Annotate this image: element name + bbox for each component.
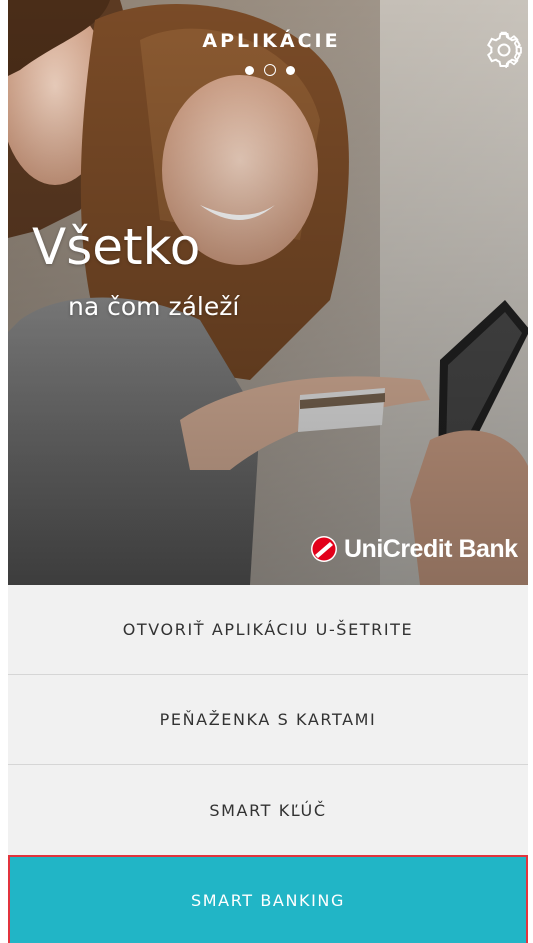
open-u-setrite-button[interactable]: OTVORIŤ APLIKÁCIU U-ŠETRITE: [8, 585, 528, 675]
card-wallet-button[interactable]: PEŇAŽENKA S KARTAMI: [8, 675, 528, 765]
app-title: APLIKÁCIE: [202, 30, 341, 52]
page-dot[interactable]: [286, 65, 295, 75]
hero-subheadline: na čom záleží: [68, 292, 240, 321]
gear-icon: [487, 31, 522, 69]
smart-banking-button[interactable]: SMART BANKING: [8, 855, 528, 943]
unicredit-logo-icon: [311, 536, 337, 562]
smart-key-button[interactable]: SMART KĽÚČ: [8, 765, 528, 855]
left-edge: [0, 0, 8, 943]
hero-banner: APLIKÁCIE Všetko na čom záleží UniCredit…: [0, 0, 533, 585]
brand-name: UniCredit Bank: [344, 534, 518, 563]
page-dot[interactable]: [245, 65, 254, 75]
hero-headline: Všetko: [32, 218, 201, 276]
brand-logo-block: UniCredit Bank: [310, 532, 518, 566]
settings-button[interactable]: [484, 30, 524, 70]
page-dot-current[interactable]: [264, 64, 276, 76]
page-indicator: [245, 64, 295, 76]
right-edge: [528, 0, 533, 943]
app-menu: OTVORIŤ APLIKÁCIU U-ŠETRITE PEŇAŽENKA S …: [0, 585, 533, 943]
app-screen: APLIKÁCIE Všetko na čom záleží UniCredit…: [0, 0, 533, 943]
